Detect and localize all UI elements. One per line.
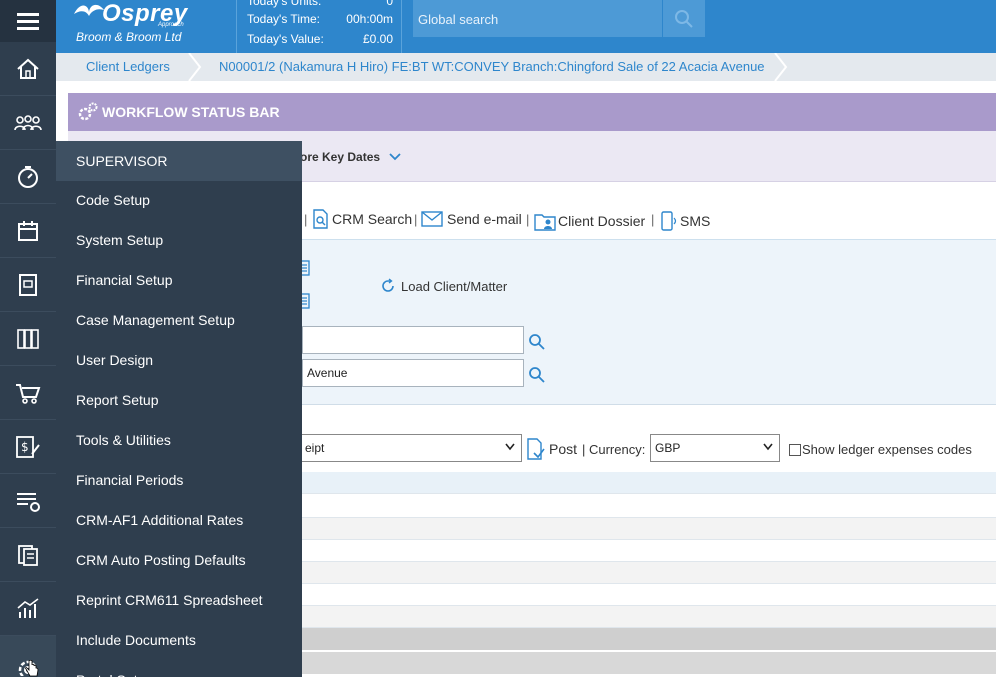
rail-library[interactable] (0, 312, 56, 366)
menu-item-code-setup[interactable]: Code Setup (56, 181, 302, 221)
clients-icon (14, 114, 42, 130)
ledger-book-icon (19, 273, 37, 296)
rail-finance[interactable]: $ (0, 420, 56, 474)
breadcrumb-separator-icon (774, 53, 788, 81)
menu-item-system-setup[interactable]: System Setup (56, 221, 302, 261)
currency-select[interactable]: GBP (650, 434, 780, 462)
timer-icon (18, 165, 38, 188)
global-search-button[interactable] (662, 0, 705, 37)
posting-type-select[interactable]: eipt (300, 434, 522, 462)
stat-time: Today's Time: 00h:00m (247, 12, 393, 26)
left-icon-rail: $ (0, 42, 56, 677)
finance-edit-icon: $ (16, 435, 40, 458)
calendar-icon (18, 220, 38, 241)
menu-item-include-documents[interactable]: Include Documents (56, 621, 302, 661)
toolbar-separator: | (414, 212, 418, 227)
rail-cart[interactable] (0, 366, 56, 420)
hand-cursor-icon (25, 660, 39, 677)
rail-clients[interactable] (0, 96, 56, 150)
firm-name: Broom & Broom Ltd (76, 30, 182, 44)
supervisor-menu: SUPERVISOR Code Setup System Setup Finan… (56, 141, 302, 677)
matter-input[interactable]: Avenue (302, 359, 524, 387)
menu-item-user-design[interactable]: User Design (56, 341, 302, 381)
chevron-down-icon (505, 443, 515, 451)
menu-header-supervisor: SUPERVISOR (56, 141, 302, 181)
sms-button[interactable]: SMS (660, 211, 710, 231)
osprey-bird-icon (74, 4, 104, 17)
hamburger-menu-button[interactable] (0, 0, 56, 42)
home-icon (17, 58, 39, 79)
post-document-icon (527, 438, 545, 460)
hamburger-icon (17, 11, 39, 32)
gears-icon (78, 102, 98, 121)
chevron-down-icon (389, 153, 402, 161)
menu-item-reprint-crm611-spreadsheet[interactable]: Reprint CRM611 Spreadsheet (56, 581, 302, 621)
svg-text:$: $ (21, 440, 29, 454)
menu-item-portal-setup[interactable]: Portal Setup (56, 661, 302, 677)
mobile-phone-icon (661, 211, 677, 231)
menu-item-financial-setup[interactable]: Financial Setup (56, 261, 302, 301)
list-settings-icon (17, 492, 40, 512)
send-email-button[interactable]: Send e-mail (421, 211, 522, 227)
menu-item-case-management-setup[interactable]: Case Management Setup (56, 301, 302, 341)
documents-icon (18, 544, 38, 566)
toolbar-separator: | (651, 212, 655, 227)
menu-item-tools-utilities[interactable]: Tools & Utilities (56, 421, 302, 461)
show-expenses-checkbox[interactable] (789, 443, 801, 456)
rail-documents[interactable] (0, 528, 56, 582)
rail-calendar[interactable] (0, 204, 56, 258)
toolbar-separator: | (526, 212, 530, 227)
rail-analytics[interactable] (0, 582, 56, 636)
crm-search-button[interactable]: CRM Search (312, 209, 412, 229)
app-logo[interactable]: Osprey Approach Broom & Broom Ltd (72, 0, 236, 53)
breadcrumb-matter[interactable]: N00001/2 (Nakamura H Hiro) FE:BT WT:CONV… (219, 59, 765, 74)
shopping-cart-icon (16, 383, 41, 404)
more-key-dates-toggle[interactable]: ore Key Dates (300, 150, 402, 164)
today-stats: Today's Units: 0 Today's Time: 00h:00m Tod… (236, 0, 402, 53)
rail-ledgers[interactable] (0, 258, 56, 312)
workflow-status-bar[interactable]: WORKFLOW STATUS BAR (68, 93, 996, 131)
dossier-folder-icon (534, 214, 556, 231)
menu-item-report-setup[interactable]: Report Setup (56, 381, 302, 421)
top-header: Osprey Approach Broom & Broom Ltd Today'… (0, 0, 996, 53)
brand-subtitle: Approach (158, 22, 184, 28)
stat-units: Today's Units: 0 (247, 0, 393, 8)
global-search-input[interactable]: Global search (413, 0, 662, 37)
breadcrumb: Client Ledgers N00001/2 (Nakamura H Hiro… (56, 53, 996, 81)
document-search-icon (313, 209, 328, 229)
search-icon[interactable] (528, 366, 546, 384)
menu-item-crm-auto-posting-defaults[interactable]: CRM Auto Posting Defaults (56, 541, 302, 581)
breadcrumb-separator-icon (188, 53, 202, 81)
post-button[interactable]: Post (526, 438, 577, 460)
chevron-down-icon (763, 443, 773, 451)
client-input[interactable] (302, 326, 524, 354)
load-client-matter-button[interactable]: Load Client/Matter (380, 278, 507, 294)
search-icon[interactable] (528, 333, 546, 351)
client-dossier-button[interactable]: Client Dossier (534, 211, 645, 231)
refresh-icon (382, 278, 394, 292)
menu-item-crm-af1-additional-rates[interactable]: CRM-AF1 Additional Rates (56, 501, 302, 541)
workflow-status-title: WORKFLOW STATUS BAR (102, 104, 280, 120)
show-expenses-toggle[interactable]: Show ledger expenses codes (789, 442, 972, 457)
breadcrumb-client-ledgers[interactable]: Client Ledgers (86, 59, 170, 74)
stat-value: Today's Value: £0.00 (247, 32, 393, 46)
rail-home[interactable] (0, 42, 56, 96)
menu-item-financial-periods[interactable]: Financial Periods (56, 461, 302, 501)
search-icon (675, 9, 693, 28)
currency-label: | Currency: (582, 442, 646, 457)
library-icon (17, 328, 39, 349)
rail-list-settings[interactable] (0, 474, 56, 528)
toolbar-separator: | (304, 212, 308, 227)
envelope-icon (421, 211, 443, 227)
rail-timer[interactable] (0, 150, 56, 204)
analytics-chart-icon (17, 597, 39, 618)
